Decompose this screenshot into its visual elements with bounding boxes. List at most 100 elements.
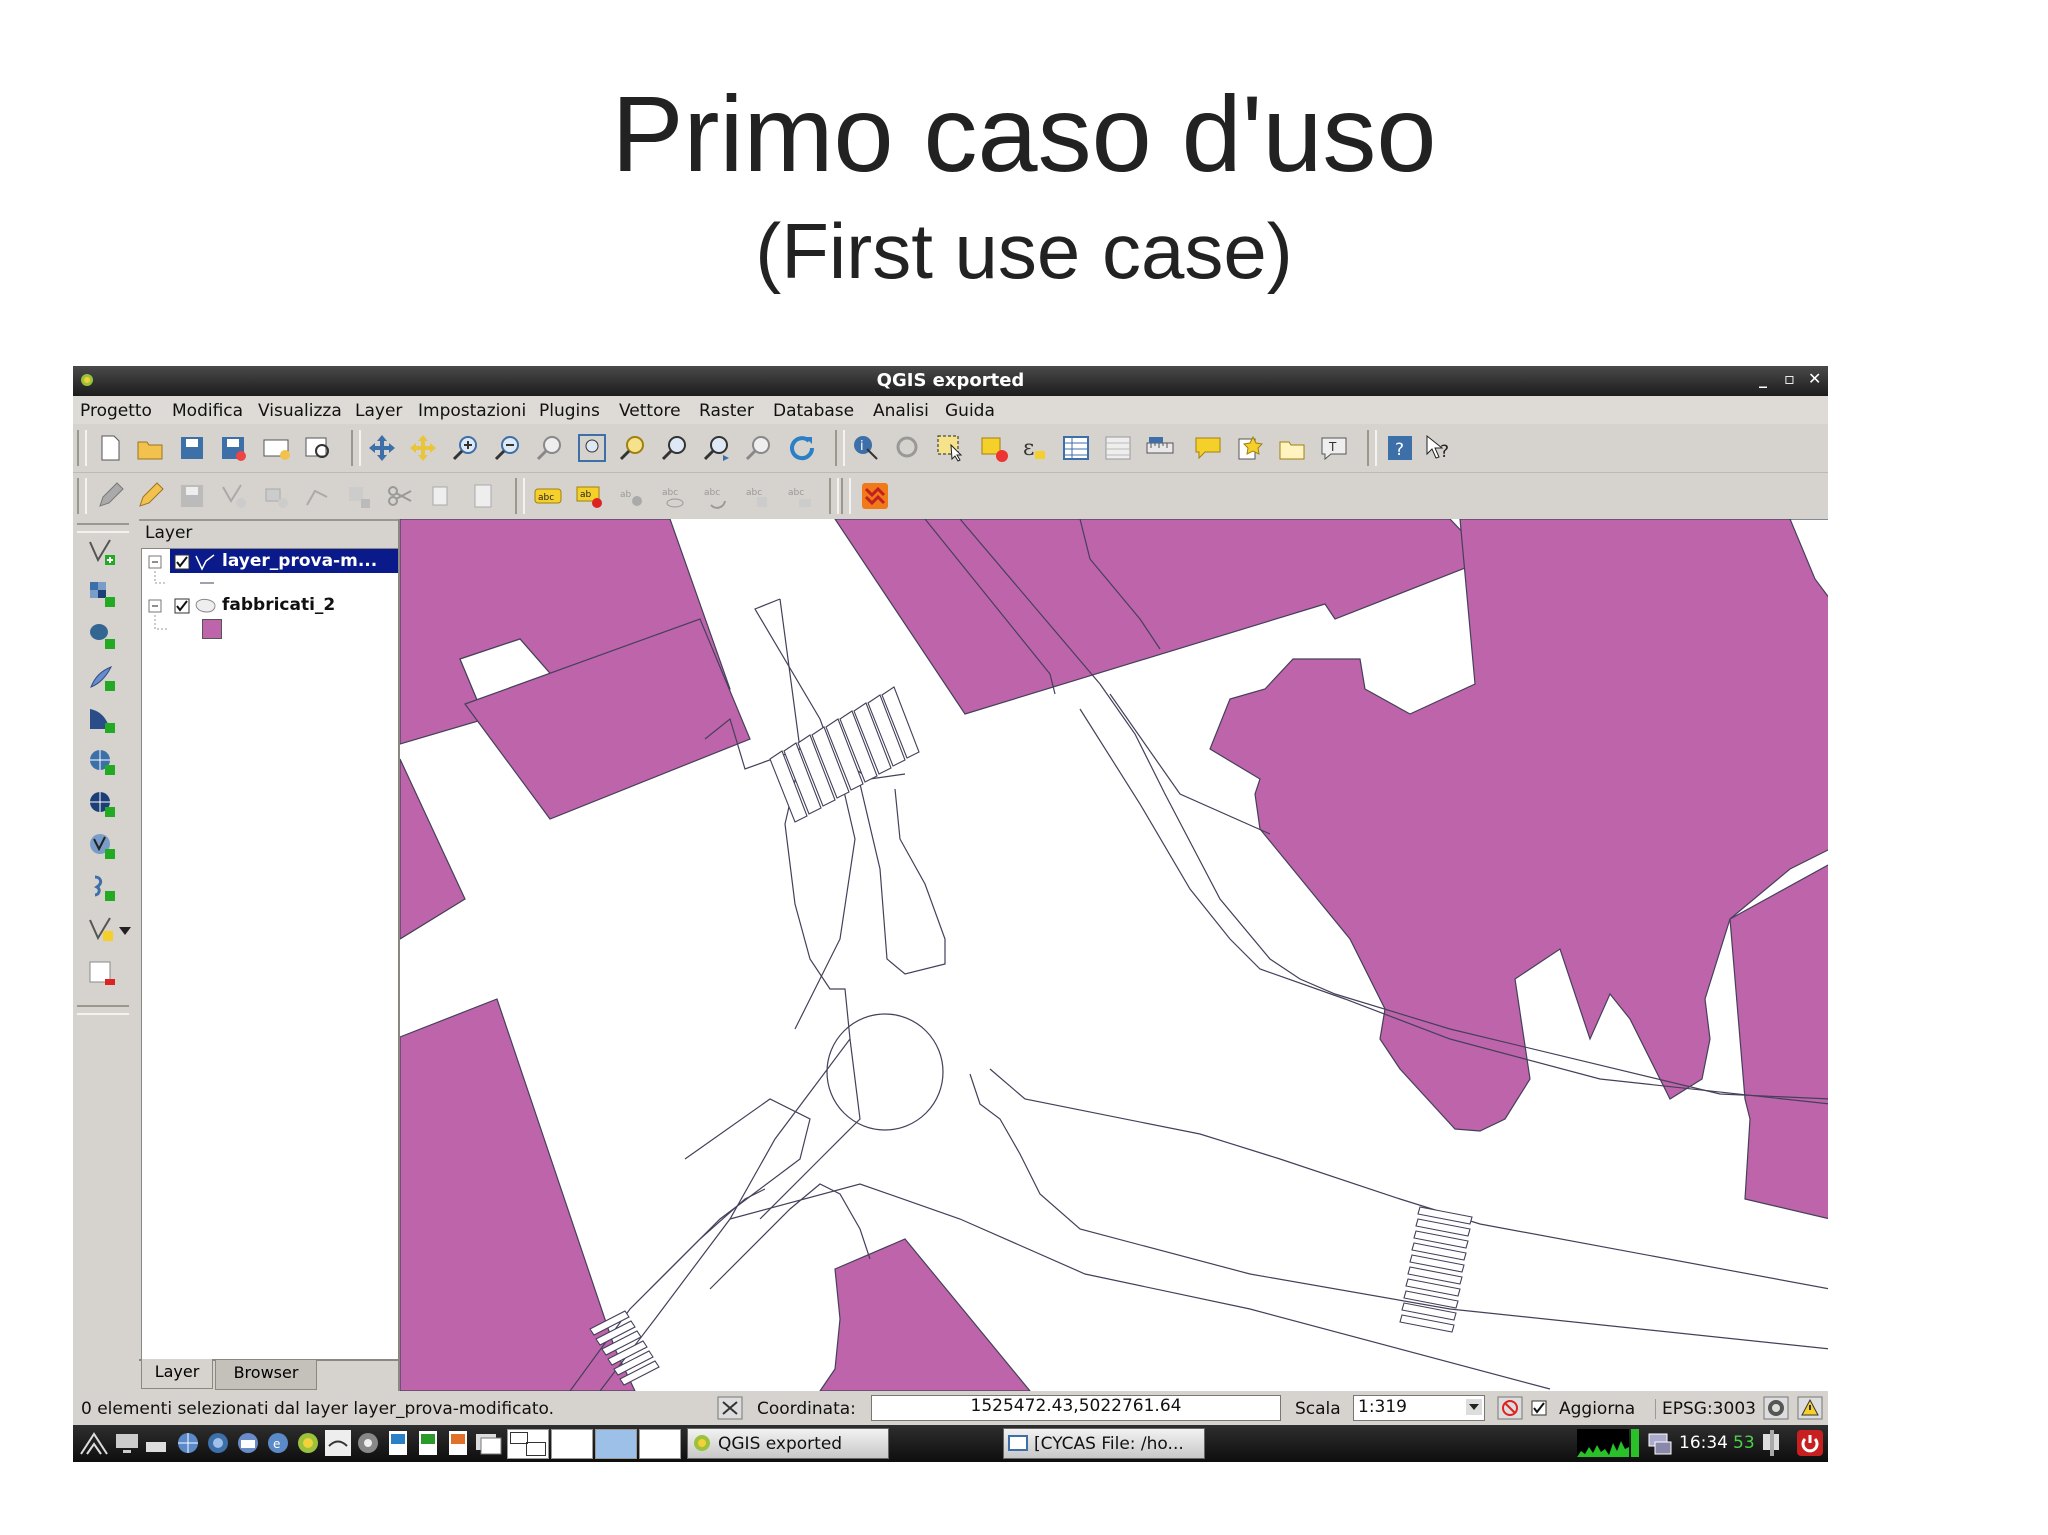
label-show-hide-icon[interactable]: abc: [659, 481, 689, 511]
checkbox-checked-icon[interactable]: [174, 598, 190, 614]
zoom-to-selection-icon[interactable]: [619, 433, 649, 463]
window-titlebar[interactable]: QGIS exported _ ▫ ✕: [73, 366, 1828, 396]
app-launcher-icon[interactable]: [323, 1428, 353, 1458]
minimize-icon[interactable]: _: [1759, 369, 1767, 388]
menu-modifica[interactable]: Modifica: [172, 401, 243, 421]
chevron-down-icon[interactable]: [1466, 1399, 1482, 1415]
crs-button[interactable]: EPSG:3003: [1655, 1399, 1756, 1419]
menu-analisi[interactable]: Analisi: [873, 401, 929, 421]
workspace-switcher-icon[interactable]: [473, 1428, 503, 1458]
toolbar-grip[interactable]: [351, 430, 361, 466]
add-raster-layer-icon[interactable]: [87, 579, 117, 609]
stop-render-icon[interactable]: [1497, 1396, 1523, 1420]
label-change-icon[interactable]: abc: [743, 481, 773, 511]
add-postgis-layer-icon[interactable]: [87, 621, 117, 651]
paste-features-icon[interactable]: [469, 481, 499, 511]
coordinate-toggle-icon[interactable]: [717, 1396, 743, 1420]
desktop-icon[interactable]: [113, 1428, 143, 1458]
refresh-checkbox[interactable]: [1531, 1400, 1547, 1416]
zoom-to-layer-icon[interactable]: [661, 433, 691, 463]
network-status-icon[interactable]: [1645, 1428, 1675, 1458]
workspace-2[interactable]: [551, 1429, 593, 1459]
add-vector-layer-icon[interactable]: [87, 537, 117, 567]
collapse-icon[interactable]: [148, 555, 162, 569]
zoom-next-icon[interactable]: [745, 433, 775, 463]
open-project-icon[interactable]: [135, 433, 165, 463]
messages-warning-icon[interactable]: [1797, 1396, 1823, 1420]
chevron-down-icon[interactable]: [119, 927, 131, 935]
toolbar-grip[interactable]: [77, 523, 129, 533]
pan-icon[interactable]: [367, 433, 397, 463]
scale-combobox[interactable]: 1:319: [1353, 1395, 1485, 1421]
menu-plugins[interactable]: Plugins: [539, 401, 600, 421]
move-feature-icon[interactable]: [261, 481, 291, 511]
label-rotate-icon[interactable]: abc: [701, 481, 731, 511]
browser-icon[interactable]: [203, 1428, 233, 1458]
add-wcs-layer-icon[interactable]: [87, 789, 117, 819]
whats-this-icon[interactable]: ?: [1423, 433, 1453, 463]
save-edits-icon[interactable]: [177, 481, 207, 511]
label-pin-icon[interactable]: ab: [575, 481, 605, 511]
add-spatialite-layer-icon[interactable]: [87, 663, 117, 693]
toolbar-grip[interactable]: [841, 478, 851, 514]
map-tips-icon[interactable]: [1193, 433, 1223, 463]
menu-raster[interactable]: Raster: [699, 401, 754, 421]
field-calculator-icon[interactable]: [1103, 433, 1133, 463]
menu-vettore[interactable]: Vettore: [619, 401, 681, 421]
select-icon[interactable]: [935, 433, 965, 463]
layer-name[interactable]: layer_prova-m...: [222, 551, 377, 571]
cut-features-icon[interactable]: [385, 481, 415, 511]
expression-select-icon[interactable]: ε: [1019, 433, 1049, 463]
terminal-icon[interactable]: [143, 1428, 173, 1458]
toolbar-grip[interactable]: [77, 1005, 129, 1015]
add-wfs-layer-icon[interactable]: [87, 831, 117, 861]
delete-selected-icon[interactable]: [345, 481, 375, 511]
save-project-icon[interactable]: [177, 433, 207, 463]
menu-guida[interactable]: Guida: [945, 401, 995, 421]
current-edits-icon[interactable]: [135, 481, 165, 511]
writer-icon[interactable]: [383, 1428, 413, 1458]
refresh-icon[interactable]: [787, 433, 817, 463]
zoom-actual-icon[interactable]: [535, 433, 565, 463]
impress-icon[interactable]: [443, 1428, 473, 1458]
plugin-icon[interactable]: [860, 481, 890, 511]
action-icon[interactable]: [893, 433, 923, 463]
qgis-app-icon[interactable]: [293, 1428, 323, 1458]
new-print-composer-icon[interactable]: [261, 433, 291, 463]
add-feature-icon[interactable]: [219, 481, 249, 511]
toolbar-grip[interactable]: [1367, 430, 1377, 466]
workspace-3[interactable]: [595, 1429, 637, 1459]
add-delimited-text-icon[interactable]: [87, 873, 117, 903]
network-globe-icon[interactable]: [173, 1428, 203, 1458]
volume-icon[interactable]: [1757, 1428, 1787, 1458]
zoom-out-icon[interactable]: [493, 433, 523, 463]
tab-browser[interactable]: Browser: [215, 1359, 317, 1390]
label-icon[interactable]: abc: [533, 481, 563, 511]
task-qgis[interactable]: QGIS exported: [687, 1428, 889, 1459]
chat-icon[interactable]: e: [263, 1428, 293, 1458]
crs-status-icon[interactable]: [1763, 1396, 1789, 1420]
add-wms-layer-icon[interactable]: [87, 747, 117, 777]
attribute-table-icon[interactable]: [1061, 433, 1091, 463]
mail-icon[interactable]: [233, 1428, 263, 1458]
save-as-icon[interactable]: [218, 433, 248, 463]
show-bookmarks-icon[interactable]: [1277, 433, 1307, 463]
toggle-editing-icon[interactable]: [95, 481, 125, 511]
menu-progetto[interactable]: Progetto: [80, 401, 152, 421]
task-cycas[interactable]: [CYCAS File: /ho...: [1003, 1428, 1205, 1459]
copy-features-icon[interactable]: [427, 481, 457, 511]
map-render[interactable]: [400, 519, 1828, 1391]
toolbar-grip[interactable]: [77, 478, 87, 514]
clock[interactable]: 16:34: [1679, 1433, 1728, 1453]
layer-name[interactable]: fabbricati_2: [222, 595, 335, 615]
calc-icon[interactable]: [413, 1428, 443, 1458]
help-contents-icon[interactable]: ?: [1385, 433, 1415, 463]
menu-layer[interactable]: Layer: [355, 401, 402, 421]
add-mssql-layer-icon[interactable]: [87, 705, 117, 735]
text-annotation-icon[interactable]: T: [1319, 433, 1349, 463]
new-project-icon[interactable]: [95, 433, 125, 463]
toolbar-grip[interactable]: [835, 430, 845, 466]
measure-icon[interactable]: [1145, 433, 1175, 463]
toolbar-grip[interactable]: [77, 430, 87, 466]
identify-icon[interactable]: i: [851, 433, 881, 463]
